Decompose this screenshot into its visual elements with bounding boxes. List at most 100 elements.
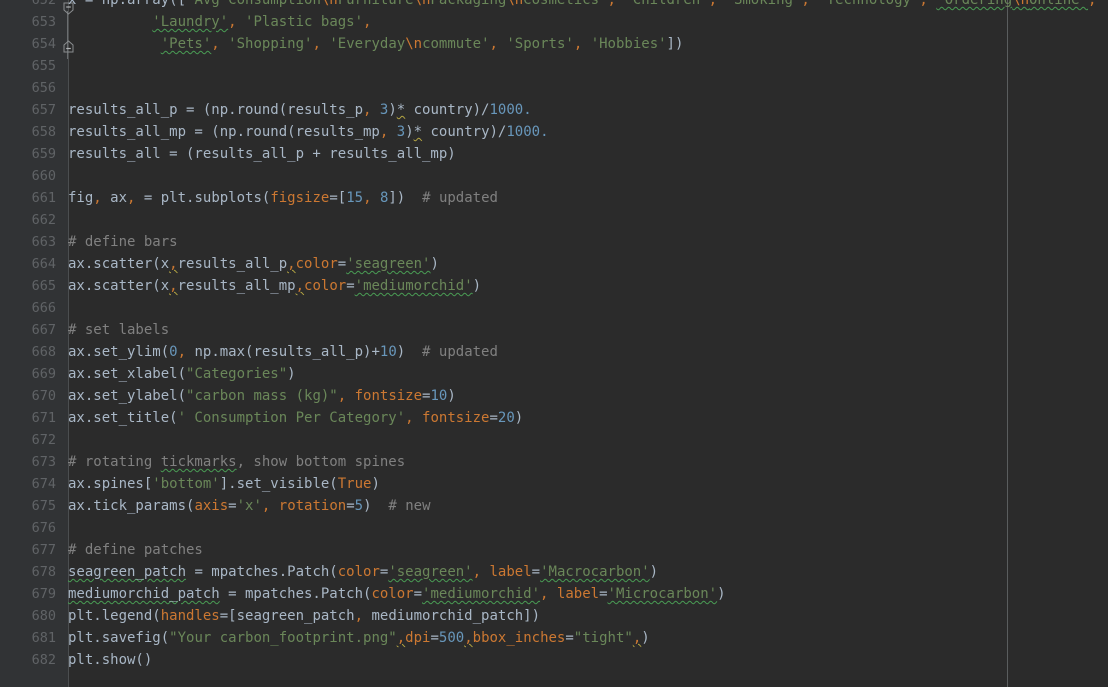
code-line[interactable]: mediumorchid_patch = mpatches.Patch(colo… (68, 583, 726, 605)
code-line[interactable]: results_all = (results_all_p + results_a… (68, 143, 456, 165)
code-line[interactable]: 'Pets', 'Shopping', 'Everyday\ncommute',… (68, 33, 684, 55)
line-number: 680 (31, 608, 56, 624)
code-token: ) (363, 498, 372, 514)
line-number: 682 (31, 652, 56, 668)
code-token: ) (649, 564, 659, 580)
code-token: # updated (405, 344, 498, 360)
code-token: = (489, 410, 498, 426)
code-line[interactable]: ax.set_ylim(0, np.max(results_all_p)+10)… (68, 341, 498, 363)
code-token: 'Macrocarbon' (540, 564, 650, 580)
code-line[interactable]: seagreen_patch = mpatches.Patch(color = 's… (68, 561, 658, 583)
code-token: ]) (388, 190, 406, 206)
code-token: results_all_mp = (np.round(results_mp (68, 124, 380, 140)
code-line[interactable]: plt.savefig("Your carbon_footprint.png",… (68, 627, 650, 649)
code-line[interactable]: results_all_mp = (np.round(results_mp, 3… (68, 121, 549, 143)
code-token: True (337, 476, 372, 492)
line-number: 655 (31, 58, 56, 74)
code-token: , (295, 278, 305, 294)
code-token: 'Laundry' (152, 14, 229, 30)
code-token: =[seagreen_patch (219, 608, 355, 624)
code-token: ax.spines[ (68, 476, 153, 492)
code-token: = (430, 630, 439, 646)
code-token: commute' (422, 36, 490, 52)
code-token: 'seagreen' (346, 256, 431, 272)
code-token: , (363, 190, 372, 206)
code-token: 10 (430, 388, 448, 404)
code-line[interactable]: ax.set_xlabel("Categories") (68, 363, 296, 385)
line-number: 659 (31, 146, 56, 162)
code-line[interactable]: results_all_p = (np.round(results_p, 3)*… (68, 99, 532, 121)
code-line[interactable]: # rotating tickmarks, show bottom spines (68, 451, 405, 473)
code-token: handles (160, 608, 220, 624)
code-token: = (565, 630, 574, 646)
code-line[interactable]: ax.tick_params(axis='x', rotation=5) # n… (68, 495, 431, 517)
code-token: 3 (396, 124, 406, 140)
code-token: fig (68, 190, 94, 206)
code-editor[interactable]: 652 x = np.array(['Avg Consumption\nFurni… (0, 0, 1108, 687)
code-line[interactable]: # set labels (68, 319, 169, 341)
line-number: 656 (31, 80, 56, 96)
line-number: 675 (31, 498, 56, 514)
code-line[interactable]: ax.set_title(' Consumption Per Category'… (68, 407, 523, 429)
code-line[interactable]: x = np.array(['Avg Consumption\nFurnitur… (68, 0, 1096, 11)
code-token: , (464, 630, 473, 646)
line-number: 666 (31, 300, 56, 316)
code-token: 10 (379, 344, 397, 360)
code-token: 'seagreen' (388, 564, 473, 580)
code-line[interactable]: ax.set_ylabel("carbon mass (kg)", fontsi… (68, 385, 456, 407)
code-line[interactable]: # define bars (68, 231, 178, 253)
code-token: 'Everyday (329, 36, 406, 52)
code-token: , (211, 36, 220, 52)
code-token: \n (413, 0, 431, 8)
code-token: ax.scatter(x (68, 256, 170, 272)
line-number: 669 (31, 366, 56, 382)
code-line[interactable]: ax.scatter(x,results_all_p,color='seagre… (68, 253, 439, 275)
code-line[interactable]: # define patches (68, 539, 203, 561)
code-token: ) (447, 388, 456, 404)
code-token: color (304, 278, 347, 294)
code-line[interactable]: 'Laundry', 'Plastic bags', (68, 11, 371, 33)
code-token: 20 (497, 410, 515, 426)
code-token: 'Avg Consumption (186, 0, 321, 8)
code-surface[interactable]: 652 x = np.array(['Avg Consumption\nFurni… (0, 0, 1108, 687)
code-token: plt.show() (68, 652, 153, 668)
code-token: ax.tick_params( (68, 498, 195, 514)
code-token: mediumorchid_patch]) (363, 608, 541, 624)
code-token: * (396, 102, 406, 118)
code-token: 'Shopping' (228, 36, 313, 52)
line-number: 653 (31, 14, 56, 30)
code-token: , (708, 0, 718, 8)
line-number: 664 (31, 256, 56, 272)
code-line[interactable]: plt.show() (68, 649, 152, 671)
code-token: Furniture (337, 0, 414, 8)
code-token: = mpatches.Patch( (186, 564, 338, 580)
code-token: , (228, 14, 237, 30)
code-token: ].set_visible( (219, 476, 338, 492)
code-token: , (169, 278, 178, 294)
code-token: , (169, 256, 178, 272)
code-line[interactable]: ax.scatter(x,results_all_mp,color='mediu… (68, 275, 481, 297)
code-token: 'mediumorchid' (354, 278, 473, 294)
code-token: 'Plastic bags' (245, 14, 364, 30)
code-line[interactable]: ax.spines['bottom'].set_visible(True) (68, 473, 380, 495)
code-token: = (531, 564, 541, 580)
line-number: 678 (31, 564, 56, 580)
code-token: results_all = (results_all_p + results_a… (68, 146, 456, 162)
code-token: bbox_inches (472, 630, 566, 646)
code-token: # define bars (68, 234, 178, 250)
code-token: 500 (438, 630, 465, 646)
code-token: np.max(results_all_p)+ (186, 344, 380, 360)
code-token: axis (194, 498, 229, 514)
code-line[interactable]: plt.legend(handles=[seagreen_patch, medi… (68, 605, 540, 627)
code-line[interactable]: fig, ax, = plt.subplots(figsize=[15, 8])… (68, 187, 498, 209)
code-token: ) (388, 102, 397, 118)
code-token: plt.savefig( (68, 630, 170, 646)
code-token: \n (405, 36, 423, 52)
code-token: ) (514, 410, 524, 426)
code-token: color (295, 256, 338, 272)
code-token: ) (430, 256, 439, 272)
code-token: 'Smoking' (725, 0, 802, 8)
